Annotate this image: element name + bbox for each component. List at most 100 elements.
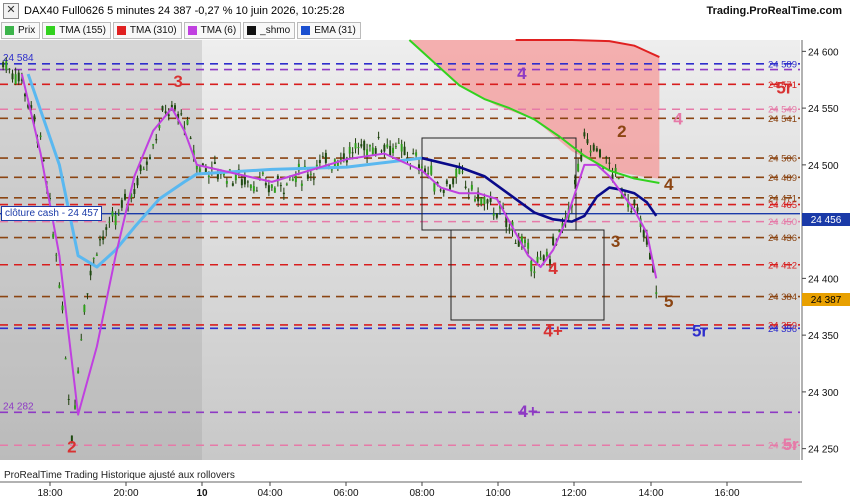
y-tick-label: 24 300	[808, 388, 839, 399]
candle-body	[633, 199, 636, 205]
candle-body	[58, 285, 61, 288]
candle-body	[348, 146, 351, 154]
candle-body	[42, 160, 45, 162]
candle-body	[403, 146, 406, 156]
level-label: 24 436	[768, 233, 797, 244]
candle-body	[574, 179, 576, 185]
candle-body	[264, 182, 267, 186]
x-tick-label: 12:00	[561, 488, 586, 499]
candle-body	[5, 61, 8, 71]
candle-body	[449, 184, 451, 190]
candle-body	[583, 132, 586, 137]
candle-body	[139, 165, 142, 171]
legend-item-prix[interactable]: Prix	[1, 22, 41, 39]
y-tick-label: 24 350	[808, 331, 839, 342]
candle-body	[412, 153, 415, 155]
wave-annotation: 5r	[783, 435, 799, 454]
candle-body	[392, 147, 395, 154]
level-label: 24 465	[768, 200, 797, 211]
swatch-icon	[46, 26, 56, 35]
price-badge: 24 387	[811, 295, 842, 306]
candle-body	[291, 179, 294, 181]
candle-body	[273, 187, 276, 193]
candle-body	[83, 305, 86, 313]
candle-body	[442, 189, 445, 193]
candle-body	[306, 174, 309, 179]
candle-body	[608, 162, 611, 164]
cash-badge: 24 456	[811, 215, 842, 226]
candle-body	[439, 189, 442, 191]
candle-body	[530, 261, 533, 272]
swatch-icon	[187, 26, 197, 35]
legend-item-tma6[interactable]: TMA (6)	[183, 22, 242, 39]
legend-item-tma155[interactable]: TMA (155)	[42, 22, 111, 39]
candle-body	[64, 358, 67, 360]
candle-body	[363, 140, 366, 151]
top-bar: ✕ DAX40 Full0626 5 minutes 24 387 -0,27 …	[0, 0, 850, 22]
candle-body	[213, 161, 216, 164]
candle-body	[445, 180, 448, 184]
legend-item-tma310[interactable]: TMA (310)	[112, 22, 182, 39]
wave-annotation: 5r	[776, 79, 792, 98]
candle-body	[586, 139, 589, 144]
candle-body	[524, 239, 526, 244]
candle-body	[394, 146, 397, 148]
x-tick-label: 06:00	[333, 488, 358, 499]
candle-body	[351, 152, 354, 154]
candle-body	[386, 144, 389, 148]
level-left-label: 24 584	[3, 53, 34, 64]
candle-body	[14, 74, 17, 85]
candle-body	[533, 271, 536, 274]
candle-body	[99, 239, 101, 241]
legend-item-ema31[interactable]: EMA (31)	[297, 22, 361, 39]
candle-body	[630, 211, 633, 213]
candle-body	[152, 144, 155, 146]
candle-body	[74, 405, 76, 409]
candle-body	[155, 138, 158, 141]
candle-body	[55, 254, 58, 256]
candle-body	[464, 186, 467, 188]
candle-body	[249, 184, 252, 189]
candle-body	[617, 178, 620, 180]
candle-body	[231, 183, 234, 186]
x-tick-label: 14:00	[638, 488, 663, 499]
legend-label: _shmo	[260, 25, 291, 36]
candle-body	[282, 192, 285, 195]
wave-annotation: 5r	[692, 322, 708, 341]
candle-body	[279, 185, 282, 187]
candle-body	[39, 135, 42, 137]
candle-body	[86, 293, 89, 295]
candle-body	[452, 178, 455, 185]
candle-body	[252, 186, 255, 192]
candle-body	[225, 181, 228, 184]
candle-body	[495, 213, 498, 218]
chart-canvas: 24 58924 58424 57124 54924 54124 50624 4…	[0, 39, 850, 500]
candle-body	[474, 198, 476, 201]
candle-body	[552, 236, 555, 246]
candle-body	[142, 168, 145, 170]
y-tick-label: 24 500	[808, 161, 839, 172]
candle-body	[2, 62, 5, 68]
footer-note: ProRealTime Trading Historique ajusté au…	[4, 470, 235, 481]
candle-body	[360, 144, 363, 147]
candle-body	[536, 256, 539, 263]
wave-annotation: 4	[673, 109, 683, 128]
wave-annotation: 4	[548, 259, 558, 278]
candle-body	[89, 270, 92, 276]
level-left-label: 24 282	[3, 401, 34, 412]
candle-body	[294, 176, 297, 183]
legend-item-shmo[interactable]: _shmo	[243, 22, 296, 39]
candle-body	[371, 147, 374, 156]
legend-label: TMA (155)	[59, 25, 106, 36]
x-tick-label: 16:00	[714, 488, 739, 499]
candle-body	[102, 236, 105, 240]
brand-label: Trading.ProRealTime.com	[706, 5, 842, 17]
x-tick-label: 18:00	[37, 488, 62, 499]
wave-annotation: 4+	[518, 402, 537, 421]
y-tick-label: 24 600	[808, 47, 839, 58]
close-button[interactable]: ✕	[3, 3, 19, 19]
swatch-icon	[247, 26, 257, 35]
candle-body	[180, 113, 183, 115]
candle-body	[255, 190, 258, 192]
candle-body	[545, 251, 548, 256]
